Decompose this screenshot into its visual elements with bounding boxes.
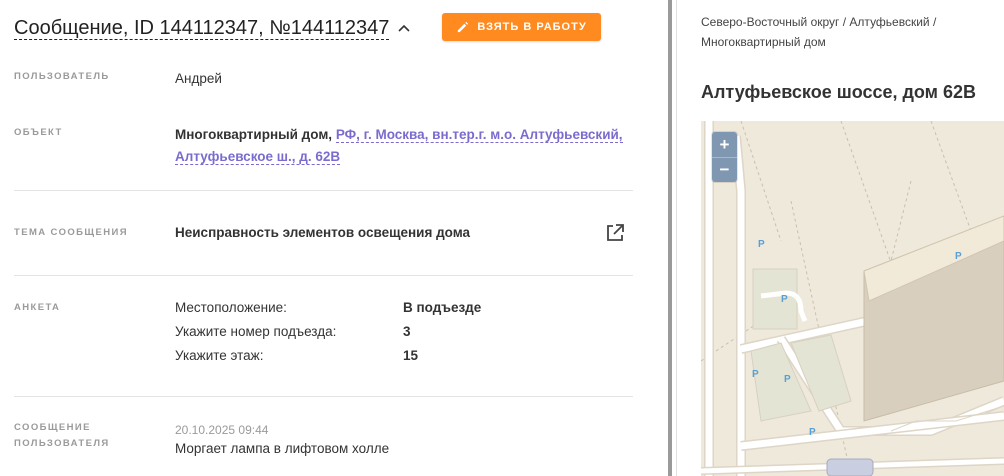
message-text: Моргает лампа в лифтовом холле <box>175 441 390 456</box>
object-label: ОБЪЕКТ <box>14 127 63 138</box>
survey-label: АНКЕТА <box>14 302 61 313</box>
breadcrumb-line2[interactable]: Многоквартирный дом <box>701 35 826 49</box>
message-label: СООБЩЕНИЕ ПОЛЬЗОВАТЕЛЯ <box>14 420 110 452</box>
map[interactable]: + − P P P P P P <box>701 121 1004 476</box>
parking-icon: P <box>955 251 962 262</box>
object-address-line2: Алтуфьевское ш., д. 62В <box>175 149 341 164</box>
topic-label: ТЕМА СООБЩЕНИЯ <box>14 227 128 238</box>
object-value: Многоквартирный дом, РФ, г. Москва, вн.т… <box>175 124 625 168</box>
chevron-up-icon[interactable] <box>397 21 411 35</box>
zoom-in-button[interactable]: + <box>712 132 737 157</box>
message-panel: Сообщение, ID 144112347, №144112347 ВЗЯТ… <box>0 0 668 476</box>
parking-icon: P <box>758 239 765 250</box>
parking-icon: P <box>809 427 816 438</box>
map-zoom-controls: + − <box>712 132 737 182</box>
map-canvas <box>701 121 1004 476</box>
divider <box>14 396 633 397</box>
object-type: Многоквартирный дом, <box>175 127 333 142</box>
address-title: Алтуфьевское шоссе, дом 62В <box>701 82 977 102</box>
parking-icon: P <box>752 369 759 380</box>
title-row: Сообщение, ID 144112347, №144112347 <box>14 12 411 44</box>
survey-answer: 3 <box>403 324 411 339</box>
parking-icon: P <box>784 374 791 385</box>
message-label-line2: ПОЛЬЗОВАТЕЛЯ <box>14 438 110 449</box>
object-address-link[interactable]: РФ, г. Москва, вн.тер.г. м.о. Алтуфьевск… <box>335 127 623 143</box>
survey-question: Укажите этаж: <box>175 348 264 363</box>
survey-question: Укажите номер подъезда: <box>175 324 337 339</box>
parking-icon: P <box>781 294 788 305</box>
object-address-line1: РФ, г. Москва, вн.тер.г. м.о. Алтуфьевск… <box>335 127 623 142</box>
survey-question: Местоположение: <box>175 300 287 315</box>
divider <box>14 275 633 276</box>
divider <box>14 190 633 191</box>
survey-answer: 15 <box>403 348 419 363</box>
pencil-icon <box>458 21 469 32</box>
take-to-work-button[interactable]: ВЗЯТЬ В РАБОТУ <box>442 13 601 41</box>
user-value: Андрей <box>175 71 222 86</box>
breadcrumb-line1[interactable]: Северо-Восточный округ / Алтуфьевский / <box>701 15 936 29</box>
page-title[interactable]: Сообщение, ID 144112347, №144112347 <box>14 17 390 40</box>
object-address-link-2[interactable]: Алтуфьевское ш., д. 62В <box>175 149 341 165</box>
scrollbar[interactable] <box>668 0 672 476</box>
user-label: ПОЛЬЗОВАТЕЛЬ <box>14 71 110 82</box>
take-to-work-label: ВЗЯТЬ В РАБОТУ <box>477 21 587 33</box>
message-label-line1: СООБЩЕНИЕ <box>14 422 91 433</box>
location-panel: Северо-Восточный округ / Алтуфьевский / … <box>677 0 1004 476</box>
message-date: 20.10.2025 09:44 <box>175 423 269 437</box>
breadcrumb: Северо-Восточный округ / Алтуфьевский / … <box>701 12 991 52</box>
zoom-out-button[interactable]: − <box>712 157 737 182</box>
survey-answer: В подъезде <box>403 300 482 315</box>
topic-value: Неисправность элементов освещения дома <box>175 225 471 240</box>
external-link-icon[interactable] <box>605 223 625 243</box>
